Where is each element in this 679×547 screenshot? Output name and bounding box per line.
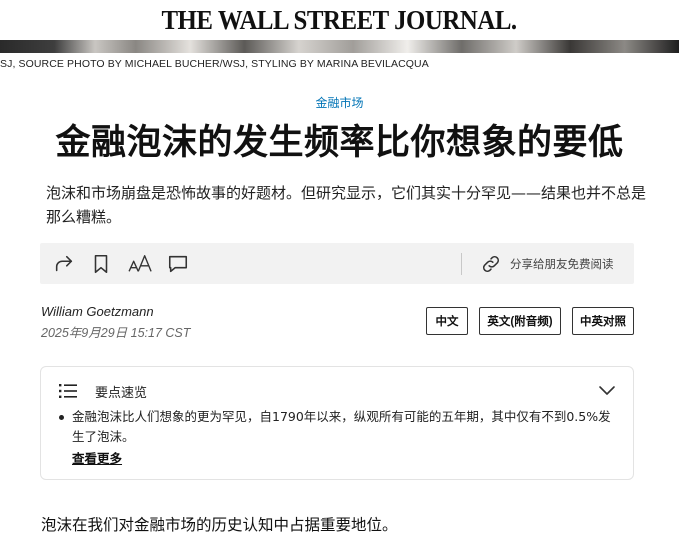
- section-link-label[interactable]: 金融市场: [315, 96, 363, 110]
- comment-icon[interactable]: [165, 251, 191, 277]
- photo-credit: SJ, SOURCE PHOTO BY MICHAEL BUCHER/WSJ, …: [0, 58, 429, 70]
- chevron-down-icon[interactable]: [598, 382, 616, 401]
- share-gift-link[interactable]: 分享给朋友免费阅读: [510, 256, 614, 272]
- toolbar-divider: [461, 253, 462, 275]
- bullet-dot: [59, 415, 64, 420]
- link-icon[interactable]: [478, 251, 504, 277]
- key-points-panel: 要点速览 金融泡沫比人们想象的更为罕见，自1790年以来，纵观所有可能的五年期，…: [40, 366, 634, 480]
- bookmark-icon[interactable]: [88, 251, 114, 277]
- lang-bilingual-button[interactable]: 中英对照: [572, 307, 634, 335]
- article-headline: 金融泡沫的发生频率比你想象的要低: [55, 123, 624, 163]
- see-more-link[interactable]: 查看更多: [72, 448, 122, 467]
- article-toolbar: 分享给朋友免费阅读: [40, 243, 634, 284]
- key-point-item: 金融泡沫比人们想象的更为罕见，自1790年以来，纵观所有可能的五年期，其中仅有不…: [72, 409, 611, 444]
- lang-chinese-button[interactable]: 中文: [426, 307, 468, 335]
- lang-english-audio-button[interactable]: 英文(附音频): [479, 307, 561, 335]
- section-link: 金融市场: [0, 94, 679, 111]
- wsj-logo[interactable]: THE WALL STREET JOURNAL.: [162, 5, 518, 36]
- key-points-title: 要点速览: [95, 386, 148, 401]
- hero-image: [0, 40, 679, 53]
- masthead: THE WALL STREET JOURNAL.: [0, 0, 679, 40]
- author-name[interactable]: William Goetzmann: [41, 304, 154, 319]
- article-dek: 泡沫和市场崩盘是恐怖故事的好题材。但研究显示，它们其实十分罕见——结果也并不总是…: [46, 184, 647, 226]
- publish-timestamp: 2025年9月29日 15:17 CST: [41, 326, 191, 340]
- list-icon: [59, 383, 77, 402]
- share-icon[interactable]: [51, 251, 77, 277]
- article-paragraph: 泡沫在我们对金融市场的历史认知中占据重要地位。: [41, 516, 398, 534]
- text-size-icon[interactable]: [126, 251, 156, 277]
